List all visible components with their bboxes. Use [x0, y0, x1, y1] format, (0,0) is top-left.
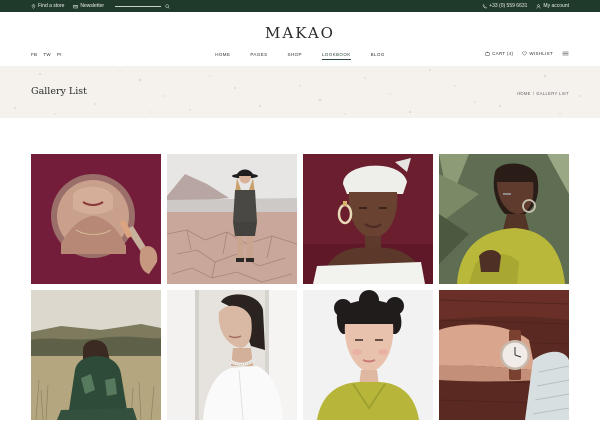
- cart-button[interactable]: CART (4): [485, 51, 513, 56]
- heart-icon: [522, 51, 528, 56]
- nav-item-pages[interactable]: PAGES: [250, 52, 267, 57]
- site-logo[interactable]: MAKAO: [0, 24, 600, 42]
- account-label: My account: [543, 3, 569, 9]
- nav-item-shop[interactable]: SHOP: [288, 52, 302, 57]
- newsletter-label: Newsletter: [80, 3, 105, 9]
- find-store-label: Find a store: [38, 3, 65, 9]
- find-store-link[interactable]: Find a store: [31, 3, 64, 9]
- yellow-top-portrait-image: [439, 154, 569, 284]
- header-actions: CART (4) WISHLIST: [476, 51, 569, 56]
- field-scene-image: [31, 290, 161, 420]
- wishlist-label: WISHLIST: [529, 51, 553, 56]
- gallery-grid: [31, 154, 569, 420]
- envelope-icon: [73, 4, 79, 8]
- user-icon: [536, 3, 541, 9]
- breadcrumb-current: GALLERY LIST: [536, 91, 569, 96]
- location-pin-icon: [31, 3, 36, 9]
- topbar-search[interactable]: [115, 3, 170, 9]
- gallery-photo-5[interactable]: [31, 290, 161, 420]
- top-bar: Find a store Newsletter +33 (0) 559 6631…: [0, 0, 600, 12]
- terrazzo-texture: [13, 69, 581, 115]
- head-wrap-portrait-image: [303, 154, 433, 284]
- page-title: Gallery List: [31, 86, 87, 97]
- cart-label: CART (4): [492, 51, 514, 56]
- breadcrumb-separator: /: [532, 91, 535, 96]
- gallery-photo-3[interactable]: [303, 154, 433, 284]
- hamburger-menu-icon[interactable]: [562, 51, 569, 56]
- gallery-photo-7[interactable]: [303, 290, 433, 420]
- nav-item-home[interactable]: HOME: [215, 52, 230, 57]
- desert-fashion-image: [167, 154, 297, 284]
- phone-icon: [482, 4, 487, 8]
- yellow-jacket-portrait-image: [303, 290, 433, 420]
- window-portrait-image: [167, 290, 297, 420]
- search-icon[interactable]: [165, 3, 170, 9]
- gallery-photo-2[interactable]: [167, 154, 297, 284]
- gallery-photo-8[interactable]: [439, 290, 569, 420]
- shopping-bag-icon: [485, 51, 490, 56]
- wristwatch-image: [439, 290, 569, 420]
- mirror-portrait-image: [31, 154, 161, 284]
- nav-item-lookbook[interactable]: LOOKBOOK: [321, 52, 351, 60]
- nav-item-blog[interactable]: BLOG: [371, 52, 385, 57]
- gallery-photo-6[interactable]: [167, 290, 297, 420]
- phone-link[interactable]: +33 (0) 559 6631: [482, 3, 527, 9]
- account-link[interactable]: My account: [536, 3, 569, 9]
- breadcrumb-home[interactable]: HOME: [517, 91, 531, 96]
- breadcrumb: HOME / GALLERY LIST: [515, 91, 569, 96]
- search-input[interactable]: [115, 5, 162, 7]
- gallery-photo-1[interactable]: [31, 154, 161, 284]
- page-title-band: Gallery List HOME / GALLERY LIST: [0, 66, 600, 118]
- newsletter-link[interactable]: Newsletter: [73, 3, 104, 9]
- phone-label: +33 (0) 559 6631: [489, 3, 528, 9]
- wishlist-button[interactable]: WISHLIST: [522, 51, 553, 56]
- gallery-photo-4[interactable]: [439, 154, 569, 284]
